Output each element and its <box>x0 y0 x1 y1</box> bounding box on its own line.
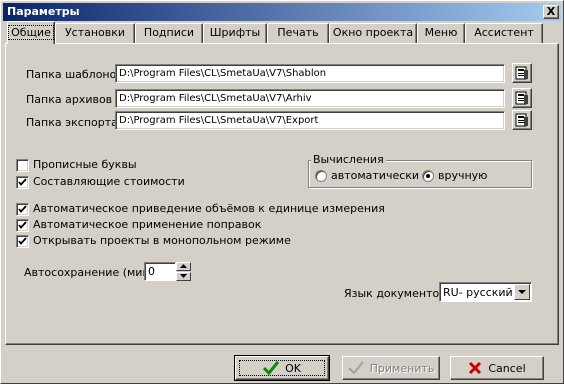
exclusive-mode-checkbox[interactable] <box>16 235 29 248</box>
tab-project-window[interactable]: Окно проекта <box>329 23 417 43</box>
arrow-down-icon <box>180 274 187 278</box>
check-icon <box>18 237 27 245</box>
check-icon <box>18 221 27 229</box>
apply-button[interactable]: Применить <box>342 356 440 380</box>
tab-assistant[interactable]: Ассистент <box>465 23 543 43</box>
spin-down-button[interactable] <box>176 272 191 281</box>
exclusive-mode-label: Открывать проекты в монопольном режиме <box>33 234 291 247</box>
folder-browse-icon <box>515 113 528 127</box>
uppercase-label: Прописные буквы <box>33 158 137 171</box>
arrow-up-icon <box>180 264 187 268</box>
archive-folder-input[interactable]: D:\Program Files\CL\SmetaUa\V7\Arhiv <box>115 89 505 108</box>
auto-unit-label: Автоматическое приведение объёмов к един… <box>33 202 385 215</box>
templates-browse-button[interactable] <box>512 63 532 83</box>
tab-general[interactable]: Общие <box>7 21 55 44</box>
uppercase-checkbox[interactable] <box>16 159 29 172</box>
tab-signatures[interactable]: Подписи <box>135 23 203 43</box>
autosave-label: Автосохранение (мин.) <box>24 266 158 279</box>
templates-folder-input[interactable]: D:\Program Files\CL\SmetaUa\V7\Shablon <box>115 64 505 83</box>
doc-language-label: Язык документов <box>344 287 446 300</box>
title-bar: Параметры X <box>3 3 561 21</box>
folder-browse-icon <box>515 66 528 80</box>
doc-language-value: RU- русский <box>443 286 513 299</box>
tab-print[interactable]: Печать <box>267 23 329 43</box>
calc-manual-label: вручную <box>438 169 488 182</box>
tab-fonts[interactable]: Шрифты <box>203 23 267 43</box>
auto-unit-checkbox[interactable] <box>16 203 29 216</box>
auto-corrections-option[interactable]: Автоматическое применение поправок <box>16 218 316 232</box>
calc-manual-radio[interactable] <box>422 170 434 182</box>
tab-settings[interactable]: Установки <box>55 23 135 43</box>
close-icon: X <box>546 5 556 18</box>
check-icon <box>263 361 280 375</box>
exclusive-mode-option[interactable]: Открывать проекты в монопольном режиме <box>16 234 316 248</box>
spin-up-button[interactable] <box>176 262 191 271</box>
tab-menu[interactable]: Меню <box>417 23 465 43</box>
general-panel: Папка шаблонов D:\Program Files\CL\Smeta… <box>5 43 559 345</box>
chevron-down-icon <box>518 290 526 294</box>
cancel-button[interactable]: Cancel <box>450 356 544 380</box>
window-title: Параметры <box>7 5 80 18</box>
cancel-icon <box>469 361 482 375</box>
options-dialog: Параметры X Общие Установки Подписи Шриф… <box>0 0 564 384</box>
calc-auto-label: автоматически <box>331 169 420 182</box>
export-folder-input[interactable]: D:\Program Files\CL\SmetaUa\V7\Export <box>115 111 505 130</box>
auto-corrections-checkbox[interactable] <box>16 219 29 232</box>
folder-browse-icon <box>515 91 528 105</box>
calculation-group-title: Вычисления <box>311 153 386 166</box>
auto-corrections-label: Автоматическое применение поправок <box>33 218 262 231</box>
components-option[interactable]: Составляющие стоимости <box>16 175 236 189</box>
check-icon <box>18 205 27 213</box>
uppercase-option[interactable]: Прописные буквы <box>16 158 216 172</box>
components-checkbox[interactable] <box>16 176 29 189</box>
dropdown-button[interactable] <box>514 284 530 300</box>
export-folder-label: Папка экспорта <box>26 116 118 129</box>
ok-button[interactable]: OK <box>234 355 330 381</box>
autosave-spinner <box>176 262 191 281</box>
check-icon <box>347 361 364 375</box>
export-browse-button[interactable] <box>512 110 532 130</box>
autosave-input[interactable]: 0 <box>144 262 176 281</box>
close-button[interactable]: X <box>543 5 559 19</box>
templates-folder-label: Папка шаблонов <box>26 68 123 81</box>
auto-unit-option[interactable]: Автоматическое приведение объёмов к един… <box>16 202 416 216</box>
components-label: Составляющие стоимости <box>33 175 185 188</box>
archive-folder-label: Папка архивов <box>26 93 113 106</box>
archive-browse-button[interactable] <box>512 88 532 108</box>
calc-auto-radio[interactable] <box>315 170 327 182</box>
check-icon <box>18 178 27 186</box>
doc-language-select[interactable]: RU- русский <box>439 282 532 302</box>
